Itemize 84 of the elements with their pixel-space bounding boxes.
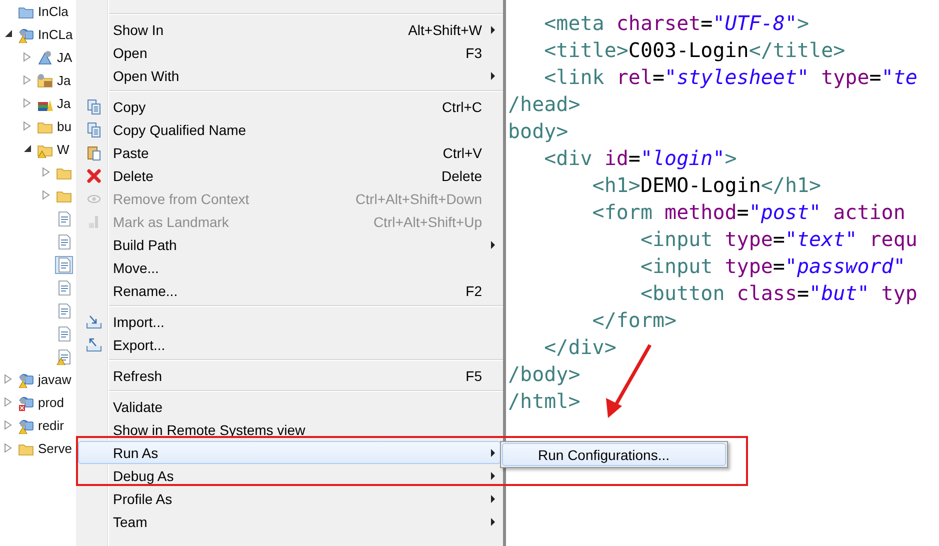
menu-item[interactable]: Run As (78, 441, 501, 464)
submenu-arrow-icon (491, 240, 495, 248)
expand-arrow-icon[interactable] (23, 52, 31, 62)
copy-icon (86, 98, 102, 114)
code-line: <link rel="stylesheet" type="te (543, 64, 918, 90)
menu-item[interactable]: Paste Ctrl+V (78, 141, 501, 164)
code-line: <title>C003-Login</title> (543, 36, 846, 63)
project-warning-icon[interactable] (18, 418, 34, 434)
copy-icon (86, 122, 102, 138)
paste-icon (86, 144, 102, 160)
code-line: </form> (591, 306, 678, 333)
submenu-arrow-icon (491, 472, 495, 480)
menu-item[interactable]: Show in Remote Systems view (78, 418, 501, 441)
tree-item[interactable]: InCla (38, 4, 68, 19)
menu-item[interactable]: Copy Qualified Name (78, 118, 501, 141)
expand-arrow-icon[interactable] (23, 98, 31, 108)
code-line: <button class="but" typ (639, 280, 918, 306)
menu-item[interactable]: Delete Delete (78, 164, 501, 187)
menu-item[interactable]: Show In Alt+Shift+W (78, 18, 501, 41)
file-icon[interactable] (56, 210, 72, 226)
tree-item[interactable]: InCLa (38, 27, 73, 42)
tree-item[interactable]: bu (57, 119, 72, 134)
menu-item[interactable]: Copy Ctrl+C (78, 95, 501, 118)
tree-item[interactable]: JA (57, 50, 72, 65)
submenu-arrow-icon (491, 448, 495, 456)
tree-item[interactable]: Ja (57, 96, 71, 111)
project-error-icon[interactable] (18, 394, 34, 410)
menu-item[interactable]: Validate (78, 395, 501, 418)
menu-item[interactable]: Import... (78, 310, 501, 333)
code-line: <input type="text" requ (639, 226, 918, 252)
file-warning-icon[interactable] (56, 348, 72, 364)
expand-arrow-icon[interactable] (42, 190, 50, 200)
menu-item[interactable]: Refresh F5 (78, 364, 501, 387)
expand-arrow-icon[interactable] (4, 420, 12, 430)
menu-item[interactable]: Debug As (78, 464, 501, 487)
code-line: <div id="login"> (543, 144, 738, 171)
file-icon[interactable] (56, 234, 72, 250)
project-warning-icon[interactable] (18, 26, 34, 42)
code-line: <h1>DEMO-Login</h1> (591, 172, 822, 198)
export-icon (86, 336, 102, 352)
submenu-arrow-icon (491, 72, 495, 80)
submenu-arrow-icon (491, 26, 495, 34)
project-warning-icon[interactable] (18, 372, 34, 388)
import-icon (86, 314, 102, 330)
menu-item[interactable]: Open With (78, 64, 501, 87)
tree-item[interactable]: redir (38, 418, 64, 433)
expand-arrow-icon[interactable] (4, 442, 12, 452)
expand-arrow-icon[interactable] (4, 396, 12, 406)
menu-item[interactable]: Move... (78, 256, 501, 279)
delete-icon (86, 168, 102, 184)
code-line: /head> (508, 90, 582, 117)
code-line: <meta charset="UTF-8"> (543, 10, 810, 36)
code-line: <input type="password" (639, 252, 906, 279)
menu-item[interactable]: Run Configurations... (502, 443, 726, 466)
code-line: body> (508, 118, 570, 144)
menu-item[interactable]: Team (78, 510, 501, 533)
file-icon[interactable] (56, 326, 72, 342)
tree-item[interactable]: prod (38, 395, 64, 410)
menu-item[interactable]: Rename... F2 (78, 279, 501, 302)
expand-arrow-icon[interactable] (4, 374, 12, 384)
expand-arrow-icon[interactable] (23, 74, 31, 84)
collapse-arrow-icon[interactable] (23, 144, 32, 152)
code-line: /body> (508, 360, 582, 387)
file-icon[interactable] (56, 280, 72, 296)
menu-item[interactable]: Export... (78, 333, 501, 356)
code-line: <form method="post" action (591, 198, 906, 225)
tree-item[interactable]: javaw (38, 372, 72, 387)
submenu-arrow-icon (491, 518, 495, 526)
service-icon[interactable] (37, 50, 53, 66)
file-icon[interactable] (56, 256, 72, 272)
tree-item[interactable]: Ja (57, 73, 71, 88)
menu-item[interactable]: Build Path (78, 233, 501, 256)
collapse-arrow-icon[interactable] (4, 28, 13, 38)
resources-folder-icon[interactable] (37, 72, 53, 88)
expand-arrow-icon[interactable] (42, 166, 50, 176)
submenu-arrow-icon (491, 494, 495, 502)
menu-item[interactable]: Open F3 (78, 41, 501, 64)
menu-item[interactable]: Profile As (78, 487, 501, 510)
file-icon[interactable] (56, 302, 72, 318)
expand-arrow-icon[interactable] (23, 120, 31, 130)
tree-item[interactable]: Serve (38, 441, 72, 456)
tree-item[interactable]: W (57, 142, 70, 157)
code-line: /html> (508, 388, 582, 414)
code-line: </div> (543, 334, 618, 360)
